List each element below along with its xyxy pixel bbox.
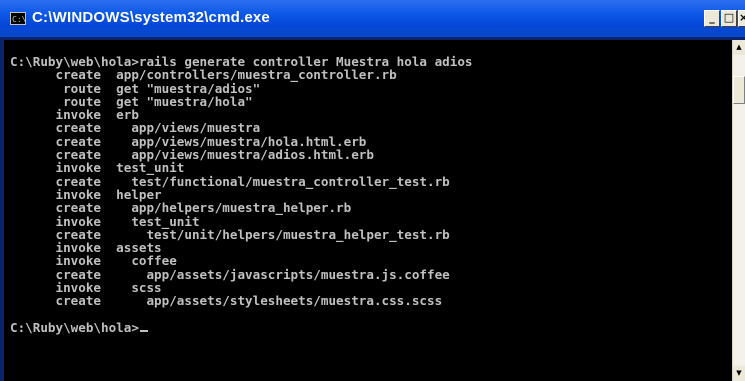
console-line: create app/assets/stylesheets/muestra.cs…	[10, 293, 443, 309]
console-line: invoke erb	[10, 107, 139, 123]
console-line: create test/unit/helpers/muestra_helper_…	[10, 226, 450, 242]
console-line: invoke scss	[10, 280, 162, 296]
console-line: create app/controllers/muestra_controlle…	[10, 67, 397, 83]
console-line: invoke test_unit	[10, 213, 200, 229]
window-title: C:\WINDOWS\system32\cmd.exe	[32, 9, 270, 26]
console-prompt-line[interactable]: C:\Ruby\web\hola>	[10, 321, 732, 334]
console-text: C:\Ruby\web\hola>rails generate controll…	[4, 40, 732, 334]
title-bar[interactable]: C:\ C:\WINDOWS\system32\cmd.exe _ □ ×	[0, 0, 745, 37]
console-line: route get "muestra/hola"	[10, 93, 253, 109]
console-line: invoke test_unit	[10, 160, 185, 176]
text-cursor	[139, 329, 148, 332]
console-prompt: C:\Ruby\web\hola>	[10, 319, 139, 335]
vertical-scrollbar[interactable]: ▲ ▼	[732, 40, 745, 381]
console-line: invoke coffee	[10, 253, 177, 269]
close-button[interactable]: ×	[738, 10, 745, 27]
scroll-up-arrow-icon[interactable]: ▲	[733, 40, 745, 55]
console-line: invoke assets	[10, 240, 162, 256]
console-line: create test/functional/muestra_controlle…	[10, 173, 450, 189]
console-line: create app/helpers/muestra_helper.rb	[10, 200, 352, 216]
scroll-down-arrow-icon[interactable]: ▼	[733, 366, 745, 381]
cmd-icon[interactable]: C:\	[10, 12, 26, 25]
console-output[interactable]: C:\Ruby\web\hola>rails generate controll…	[4, 40, 732, 381]
maximize-button[interactable]: □	[721, 10, 737, 27]
cmd-window: C:\ C:\WINDOWS\system32\cmd.exe _ □ × C:…	[0, 0, 745, 381]
console-line: C:\Ruby\web\hola>rails generate controll…	[10, 54, 473, 69]
console-line: create app/views/muestra/adios.html.erb	[10, 147, 374, 163]
console-line: route get "muestra/adios"	[10, 80, 261, 96]
minimize-button[interactable]: _	[704, 10, 720, 27]
console-line: create app/views/muestra/hola.html.erb	[10, 133, 367, 149]
console-line: create app/views/muestra	[10, 120, 261, 136]
console-line: create app/assets/javascripts/muestra.js…	[10, 266, 450, 282]
scroll-thumb[interactable]	[733, 76, 745, 104]
console-line: invoke helper	[10, 186, 162, 202]
